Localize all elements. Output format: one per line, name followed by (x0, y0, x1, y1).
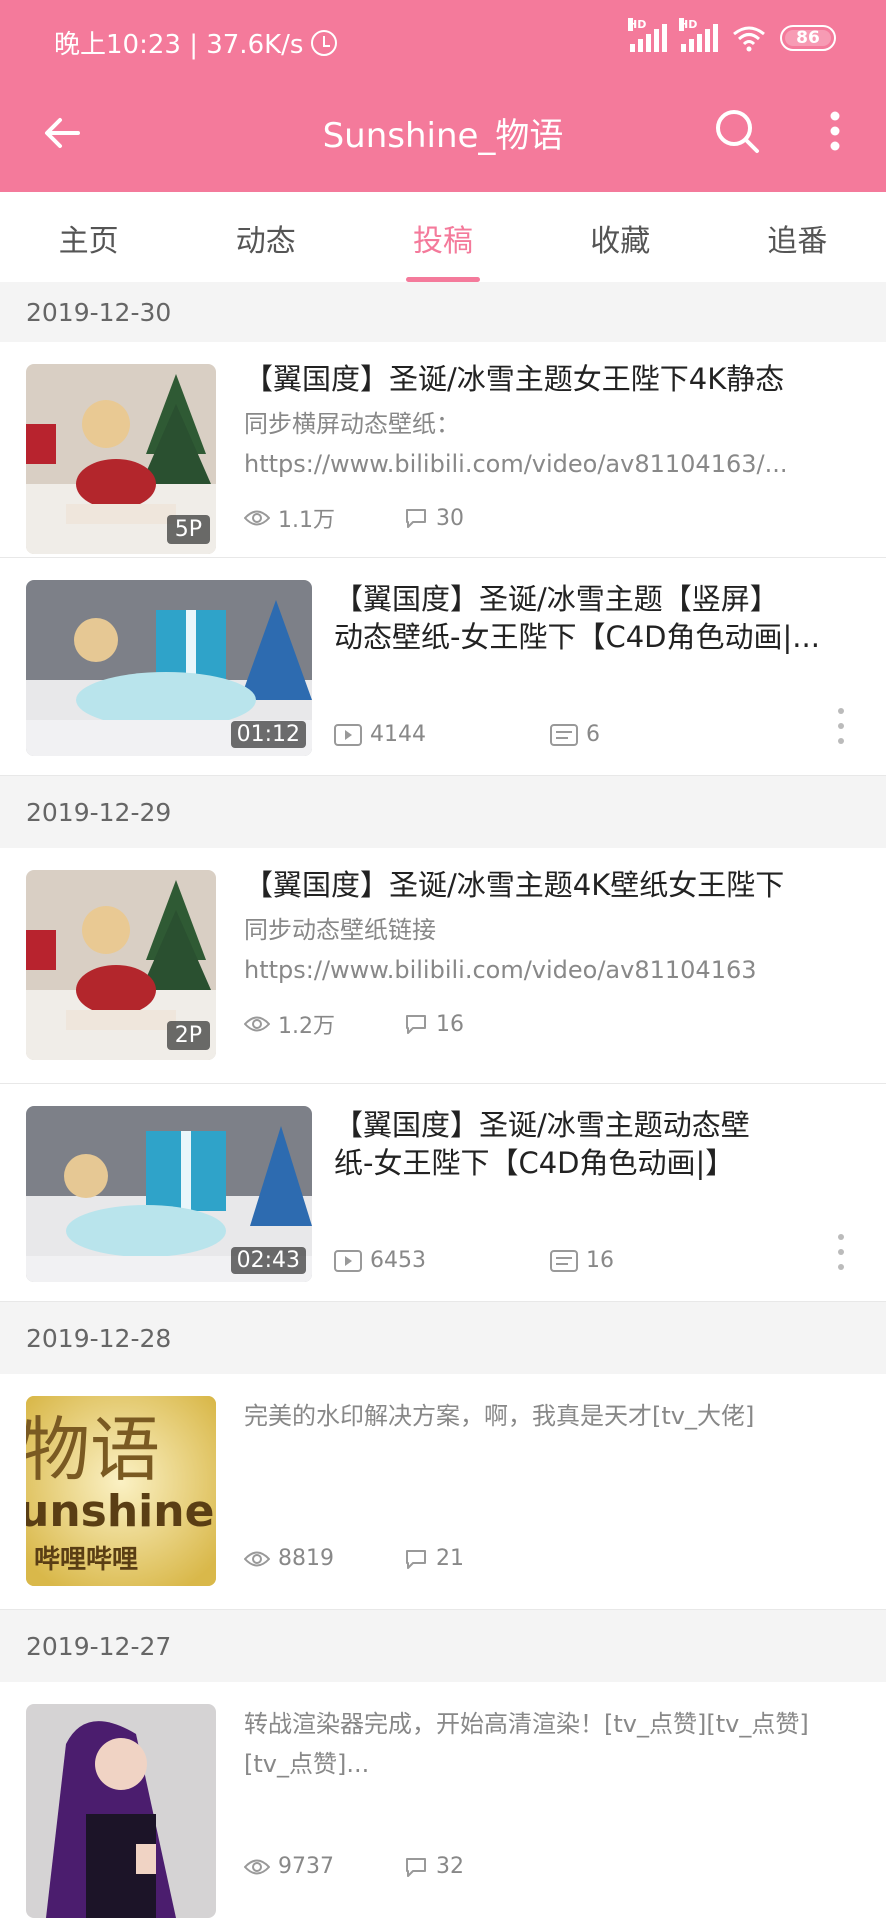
post-stats: 9737 32 (244, 1854, 464, 1879)
danmaku-icon (550, 1249, 578, 1272)
post-stats: 8819 21 (244, 1546, 464, 1571)
eye-icon (244, 510, 270, 526)
more-vert-icon[interactable] (818, 104, 852, 158)
status-right: HD HD 86 (628, 18, 836, 52)
tab-bar: 主页 动态 投稿 收藏 追番 (0, 192, 886, 282)
app-bar: Sunshine_物语 (0, 78, 886, 192)
eye-icon (244, 1016, 270, 1032)
submission-feed: 2019-12-30 5P 【翼国度】圣诞/冰雪主题女王陛下4K静态 同步横屏动… (0, 282, 886, 1918)
post-title[interactable]: 【翼国度】圣诞/冰雪主题动态壁 纸-女王陛下【C4D角色动画|】 (334, 1106, 864, 1182)
post-description-cont: [tv_点赞]... (244, 1750, 370, 1778)
post-description: 同步动态壁纸链接 (244, 916, 436, 944)
date-header: 2019-12-27 (0, 1610, 886, 1682)
comment-stat: 32 (404, 1854, 464, 1879)
battery-icon: 86 (780, 25, 836, 51)
post-title[interactable]: 【翼国度】圣诞/冰雪主题女王陛下4K静态 (244, 360, 864, 398)
list-item[interactable]: 2P 【翼国度】圣诞/冰雪主题4K壁纸女王陛下 同步动态壁纸链接 https:/… (0, 848, 886, 1084)
play-icon (334, 1249, 362, 1272)
post-thumbnail[interactable]: 2P (26, 870, 216, 1060)
tab-dynamics[interactable]: 动态 (177, 192, 354, 282)
eye-icon (244, 1859, 270, 1874)
play-stat: 6453 (334, 1248, 550, 1273)
date-header: 2019-12-30 (0, 282, 886, 342)
eye-icon (244, 1551, 270, 1566)
signal-icon: HD (679, 18, 718, 52)
tab-home[interactable]: 主页 (0, 192, 177, 282)
status-bar: 晚上10:23 | 37.6K/s HD HD 86 (0, 0, 886, 78)
post-thumbnail[interactable]: 5P (26, 364, 216, 554)
more-options-icon[interactable] (834, 1234, 848, 1270)
post-description-link: https://www.bilibili.com/video/av8110416… (244, 956, 757, 984)
post-description: 同步横屏动态壁纸： (244, 410, 460, 438)
comment-stat: 21 (404, 1546, 464, 1571)
alarm-icon (311, 29, 338, 56)
search-icon[interactable] (710, 104, 764, 158)
status-left: 晚上10:23 | 37.6K/s (54, 24, 338, 61)
tab-submissions[interactable]: 投稿 (354, 192, 531, 282)
danmaku-icon (550, 723, 578, 746)
view-stat: 8819 (244, 1546, 404, 1571)
comment-icon (406, 509, 426, 528)
battery-level: 86 (796, 28, 820, 48)
post-stats: 4144 6 (334, 722, 600, 747)
list-item[interactable]: 02:43 【翼国度】圣诞/冰雪主题动态壁 纸-女王陛下【C4D角色动画|】 6… (0, 1084, 886, 1302)
comment-stat: 16 (404, 1012, 464, 1037)
danmaku-stat: 6 (550, 722, 600, 747)
post-thumbnail[interactable]: 02:43 (26, 1106, 312, 1282)
svg-text:物语: 物语 (26, 1409, 160, 1491)
svg-text:哔哩哔哩: 哔哩哔哩 (34, 1545, 138, 1575)
page-count-badge: 5P (166, 515, 210, 544)
comment-stat: 30 (404, 506, 464, 531)
post-stats: 1.2万 16 (244, 1008, 464, 1040)
post-thumbnail[interactable]: 01:12 (26, 580, 312, 756)
list-item[interactable]: 转战渲染器完成，开始高清渲染！[tv_点赞][tv_点赞] [tv_点赞]...… (0, 1682, 886, 1918)
view-stat: 9737 (244, 1854, 404, 1879)
post-thumbnail[interactable]: 物语 unshine 哔哩哔哩 (26, 1396, 216, 1586)
video-duration: 02:43 (230, 1247, 306, 1274)
post-description-link: https://www.bilibili.com/video/av8110416… (244, 450, 788, 478)
danmaku-stat: 16 (550, 1248, 614, 1273)
tab-favorites[interactable]: 收藏 (532, 192, 709, 282)
comment-icon (406, 1015, 426, 1034)
play-stat: 4144 (334, 722, 550, 747)
list-item[interactable]: 物语 unshine 哔哩哔哩 完美的水印解决方案，啊，我真是天才[tv_大佬]… (0, 1374, 886, 1610)
post-description[interactable]: 转战渲染器完成，开始高清渲染！[tv_点赞][tv_点赞] (244, 1704, 864, 1744)
date-header: 2019-12-29 (0, 776, 886, 848)
post-stats: 6453 16 (334, 1248, 614, 1273)
play-icon (334, 723, 362, 746)
post-stats: 1.1万 30 (244, 502, 464, 534)
post-title[interactable]: 【翼国度】圣诞/冰雪主题4K壁纸女王陛下 (244, 866, 864, 904)
post-description[interactable]: 完美的水印解决方案，啊，我真是天才[tv_大佬] (244, 1396, 864, 1436)
signal-icon: HD (628, 18, 667, 52)
thumbnail-image: 物语 unshine 哔哩哔哩 (26, 1396, 216, 1586)
page-count-badge: 2P (166, 1021, 210, 1050)
status-time-speed: 晚上10:23 | 37.6K/s (54, 30, 304, 60)
post-thumbnail[interactable] (26, 1704, 216, 1918)
video-duration: 01:12 (230, 721, 306, 748)
more-options-icon[interactable] (834, 708, 848, 744)
list-item[interactable]: 5P 【翼国度】圣诞/冰雪主题女王陛下4K静态 同步横屏动态壁纸： https:… (0, 342, 886, 558)
post-title[interactable]: 【翼国度】圣诞/冰雪主题【竖屏】 动态壁纸-女王陛下【C4D角色动画|... (334, 580, 864, 656)
wifi-icon (733, 26, 765, 52)
svg-text:unshine: unshine (26, 1486, 214, 1537)
comment-icon (406, 1549, 426, 1569)
view-stat: 1.2万 (244, 1008, 404, 1040)
list-item[interactable]: 01:12 【翼国度】圣诞/冰雪主题【竖屏】 动态壁纸-女王陛下【C4D角色动画… (0, 558, 886, 776)
view-stat: 1.1万 (244, 502, 404, 534)
tab-bangumi[interactable]: 追番 (709, 192, 886, 282)
comment-icon (406, 1857, 426, 1877)
thumbnail-image (26, 1704, 216, 1918)
date-header: 2019-12-28 (0, 1302, 886, 1374)
